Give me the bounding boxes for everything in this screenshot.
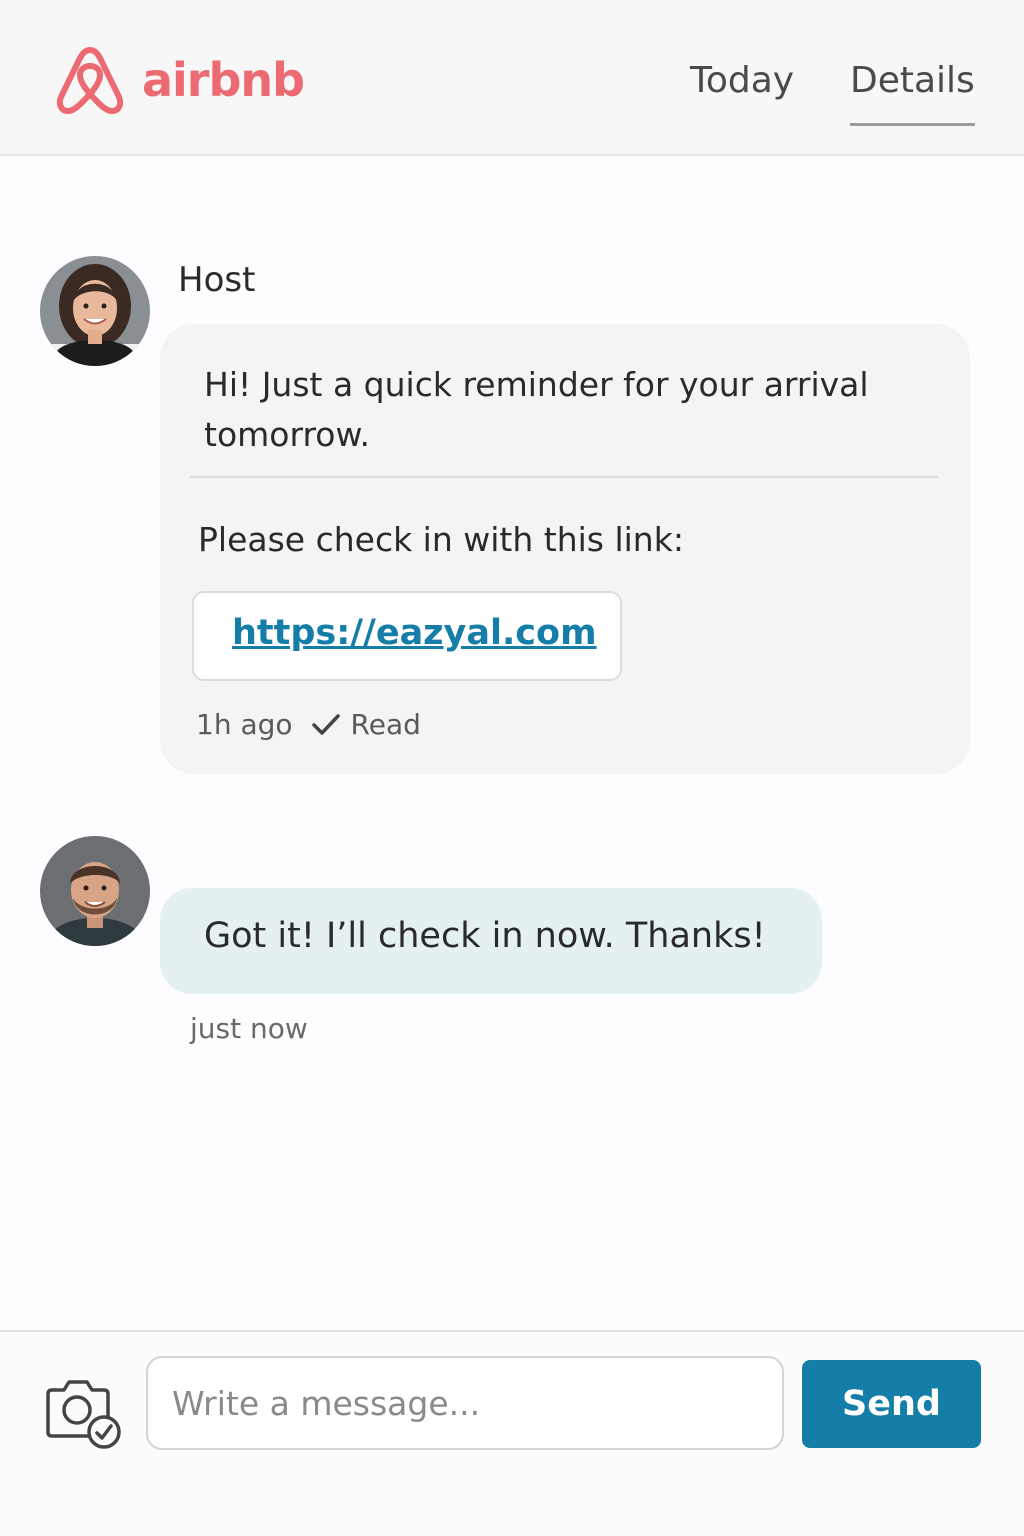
messaging-screen: airbnb Today Details Host Hi! Just a qui… bbox=[0, 0, 1024, 1536]
message-meta: 1h ago Read bbox=[196, 708, 421, 741]
message-divider bbox=[190, 476, 938, 478]
send-button[interactable]: Send bbox=[802, 1360, 981, 1448]
guest-message-text: Got it! I’ll check in now. Thanks! bbox=[204, 916, 766, 956]
host-name: Host bbox=[178, 260, 256, 300]
host-avatar[interactable] bbox=[40, 256, 150, 366]
tab-today[interactable]: Today bbox=[690, 60, 794, 101]
tab-details[interactable]: Details bbox=[850, 60, 975, 126]
guest-photo bbox=[40, 836, 150, 946]
checkmark-icon bbox=[311, 713, 340, 735]
host-photo bbox=[40, 256, 150, 366]
message-composer: Send bbox=[0, 1330, 1024, 1536]
host-message-bubble: Hi! Just a quick reminder for your arriv… bbox=[160, 324, 970, 774]
message-input[interactable] bbox=[146, 1356, 784, 1450]
guest-avatar[interactable] bbox=[40, 836, 150, 946]
host-message-text: Hi! Just a quick reminder for your arriv… bbox=[204, 365, 869, 454]
guest-message-time: just now bbox=[190, 1012, 308, 1045]
app-header: airbnb Today Details bbox=[0, 0, 1024, 156]
brand-logo[interactable]: airbnb bbox=[52, 42, 305, 118]
guest-message-bubble: Got it! I’ll check in now. Thanks! bbox=[160, 888, 822, 994]
link-card[interactable]: https://eazyal.com bbox=[192, 591, 622, 681]
camera-icon[interactable] bbox=[42, 1370, 126, 1454]
read-status: Read bbox=[350, 708, 421, 741]
checkin-link[interactable]: https://eazyal.com bbox=[232, 613, 597, 653]
host-checkin-prompt: Please check in with this link: bbox=[198, 520, 684, 559]
brand-name: airbnb bbox=[142, 53, 305, 107]
airbnb-logo-icon bbox=[56, 47, 124, 114]
host-message-time: 1h ago bbox=[196, 708, 293, 741]
